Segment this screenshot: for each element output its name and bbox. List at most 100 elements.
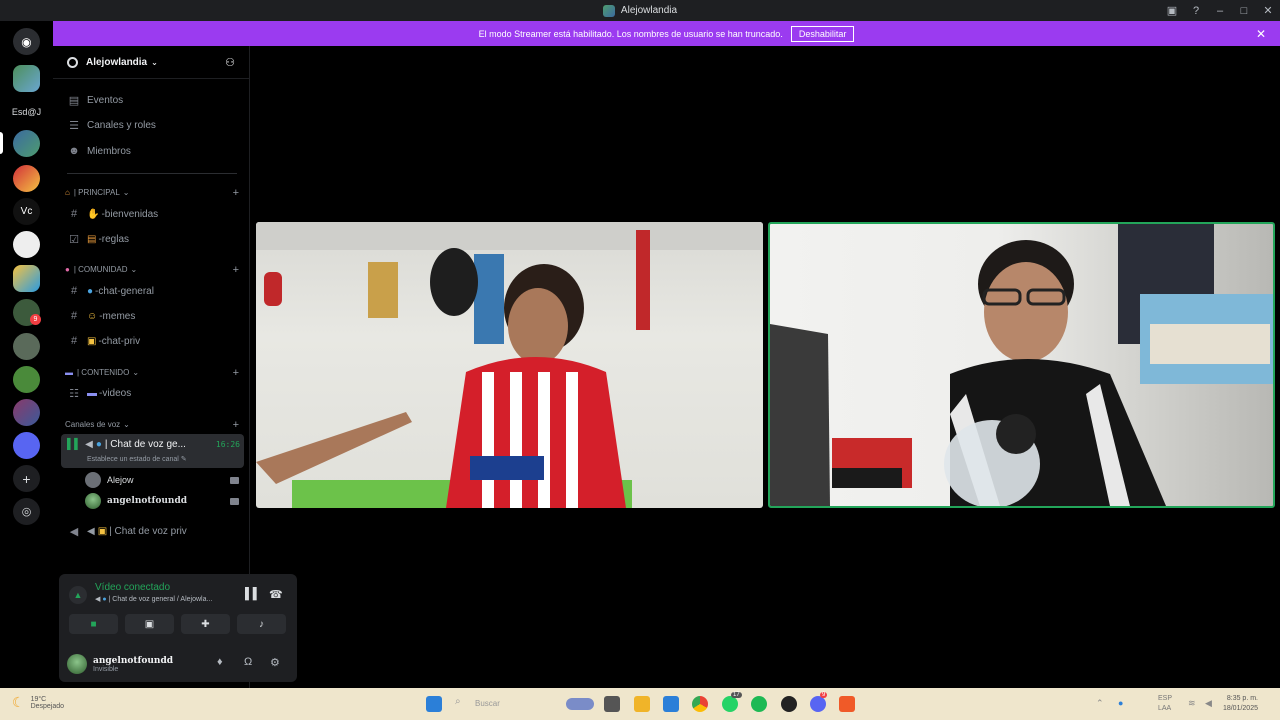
guild-header[interactable]: Alejowlandia ⌄ ⚇	[53, 46, 249, 79]
channel-status-hint[interactable]: Establece un estado de canal ✎	[87, 455, 187, 463]
task-view-icon[interactable]	[604, 696, 620, 712]
divider	[67, 173, 237, 174]
windows-taskbar: ☾ 19°C Despejado ⌕ Buscar 17 9 ⌃ ● ESP L…	[0, 688, 1280, 720]
disconnect-icon[interactable]: ☎	[269, 588, 283, 601]
brave-icon[interactable]	[839, 696, 855, 712]
video-on-icon	[230, 497, 239, 505]
server-icon	[602, 4, 615, 17]
volume-icon[interactable]: ◀	[1205, 698, 1212, 709]
soundboard-button[interactable]: ♪	[237, 614, 286, 634]
noise-suppression-icon[interactable]: ▌▌	[245, 588, 261, 600]
minimize-button[interactable]: –	[1208, 5, 1232, 17]
voice-lock-icon: ◀	[69, 525, 79, 538]
camera-button[interactable]: ■	[69, 614, 118, 634]
add-channel-icon[interactable]: +	[233, 187, 239, 199]
server-icon-purple[interactable]	[13, 399, 40, 426]
moon-icon: ☾	[12, 694, 25, 710]
server-icon-anime[interactable]	[13, 231, 40, 258]
microphone-icon[interactable]: ♦	[217, 656, 223, 668]
server-icon-vc[interactable]: Vc	[13, 198, 40, 225]
voice-channel-priv[interactable]: ◀ ◀ ▣ | Chat de voz priv	[61, 520, 244, 542]
category-principal[interactable]: ⌂ | PRINCIPAL ⌄ +	[65, 187, 245, 199]
discord-home-icon[interactable]: ◉	[13, 28, 40, 55]
whatsapp-icon[interactable]	[722, 696, 738, 712]
screen-share-button[interactable]: ▣	[125, 614, 174, 634]
wifi-icon[interactable]: ≋	[1188, 698, 1196, 709]
avatar	[85, 493, 101, 509]
lock-emoji-icon: ▣	[97, 525, 108, 537]
help-icon[interactable]: ?	[1184, 5, 1208, 17]
nav-events[interactable]: ▤ Eventos	[61, 89, 244, 111]
window-titlebar: Alejowlandia ▣ ? – □ ✕	[0, 0, 1280, 21]
signal-icon[interactable]: ▲	[69, 586, 87, 604]
server-icon-game[interactable]	[13, 265, 40, 292]
tray-app-icon[interactable]: ●	[1118, 698, 1123, 708]
globe-emoji-icon: ●	[87, 285, 94, 297]
close-window-button[interactable]: ✕	[1256, 4, 1280, 17]
chevron-down-icon: ⌄	[123, 420, 130, 429]
server-icon-red[interactable]	[13, 165, 40, 192]
notification-badge: 9	[30, 314, 41, 325]
channel-bienvenidas[interactable]: # ✋ -bienvenidas	[61, 203, 244, 225]
add-channel-icon[interactable]: +	[233, 367, 239, 379]
activities-button[interactable]: ✚	[181, 614, 230, 634]
discord-taskbar-icon[interactable]	[810, 696, 826, 712]
pencil-icon: ✎	[180, 456, 187, 463]
streamer-mode-banner: El modo Streamer está habilitado. Los no…	[53, 21, 1280, 46]
close-icon[interactable]: ✕	[1256, 27, 1266, 41]
category-voz[interactable]: Canales de voz ⌄ +	[65, 419, 245, 431]
server-icon-alejowlandia[interactable]	[13, 130, 40, 157]
hash-icon: #	[70, 208, 78, 220]
channel-memes[interactable]: # ☺ -memes	[61, 305, 244, 327]
app-icon[interactable]	[781, 696, 797, 712]
current-user[interactable]: angelnotfoundd Invisible ♦ Ω ⚙	[67, 652, 293, 676]
category-contenido[interactable]: ▬ | CONTENIDO ⌄ +	[65, 367, 245, 379]
forum-icon: ☷	[69, 387, 79, 400]
chrome-icon[interactable]	[692, 696, 708, 712]
avatar	[85, 472, 101, 488]
guild-name: Alejowlandia	[86, 56, 148, 68]
weather-widget[interactable]: ☾ 19°C Despejado	[12, 694, 64, 711]
headphones-icon[interactable]: Ω	[244, 656, 252, 668]
settings-gear-icon[interactable]: ⚙	[270, 656, 280, 669]
server-label[interactable]: Esd@J	[0, 107, 53, 117]
server-icon-grey[interactable]	[13, 333, 40, 360]
members-icon: ☻	[68, 145, 80, 157]
video-tile-angelnotfoundd[interactable]	[768, 222, 1275, 508]
taskbar-clock[interactable]: 8:35 p. m. 18/01/2025	[1223, 694, 1258, 714]
channel-chat-general[interactable]: # ● -chat-general	[61, 280, 244, 302]
channel-chat-priv[interactable]: # ▣ -chat-priv	[61, 330, 244, 352]
voice-channel-general[interactable]: ▌▌ ◀ ● | Chat de voz ge... 16:26 Estable…	[61, 434, 244, 468]
category-comunidad[interactable]: ● | COMUNIDAD ⌄ +	[65, 264, 245, 276]
add-channel-icon[interactable]: +	[233, 419, 239, 431]
maximize-button[interactable]: □	[1232, 5, 1256, 17]
discover-icon[interactable]: ◎	[13, 498, 40, 525]
voice-member[interactable]: Alejow	[85, 470, 243, 490]
nav-members[interactable]: ☻ Miembros	[61, 140, 244, 162]
chevron-up-icon[interactable]: ⌃	[1096, 698, 1104, 709]
add-channel-icon[interactable]: +	[233, 264, 239, 276]
voice-member[interactable]: angelnotfoundd	[85, 491, 243, 511]
language-indicator[interactable]: ESP LAA	[1158, 694, 1172, 714]
file-explorer-icon[interactable]	[634, 696, 650, 712]
disable-streamer-button[interactable]: Deshabilitar	[790, 25, 855, 42]
discord-badge: 9	[820, 692, 828, 698]
server-icon-blue[interactable]	[13, 432, 40, 459]
server-icon-landscape[interactable]	[13, 65, 40, 92]
channel-reglas[interactable]: ☑ ▤ -reglas	[61, 228, 244, 250]
windows-start-icon[interactable]	[426, 696, 442, 712]
nav-channels-roles[interactable]: ☰ Canales y roles	[61, 114, 244, 136]
scroll-emoji-icon: ▤	[87, 233, 97, 245]
video-tile-alejow[interactable]	[256, 222, 763, 508]
spotify-icon[interactable]	[751, 696, 767, 712]
invite-icon[interactable]: ⚇	[225, 56, 235, 69]
voice-action-buttons: ■ ▣ ✚ ♪	[69, 614, 286, 634]
add-server-icon[interactable]: +	[13, 465, 40, 492]
taskbar-search[interactable]: Buscar	[475, 699, 500, 708]
inbox-icon[interactable]: ▣	[1160, 4, 1184, 17]
store-icon[interactable]	[663, 696, 679, 712]
call-timer: 16:26	[215, 440, 240, 449]
server-icon-minecraft[interactable]	[13, 366, 40, 393]
window-title: Alejowlandia	[620, 5, 678, 16]
channel-videos[interactable]: ☷ ▬ -videos	[61, 382, 244, 404]
